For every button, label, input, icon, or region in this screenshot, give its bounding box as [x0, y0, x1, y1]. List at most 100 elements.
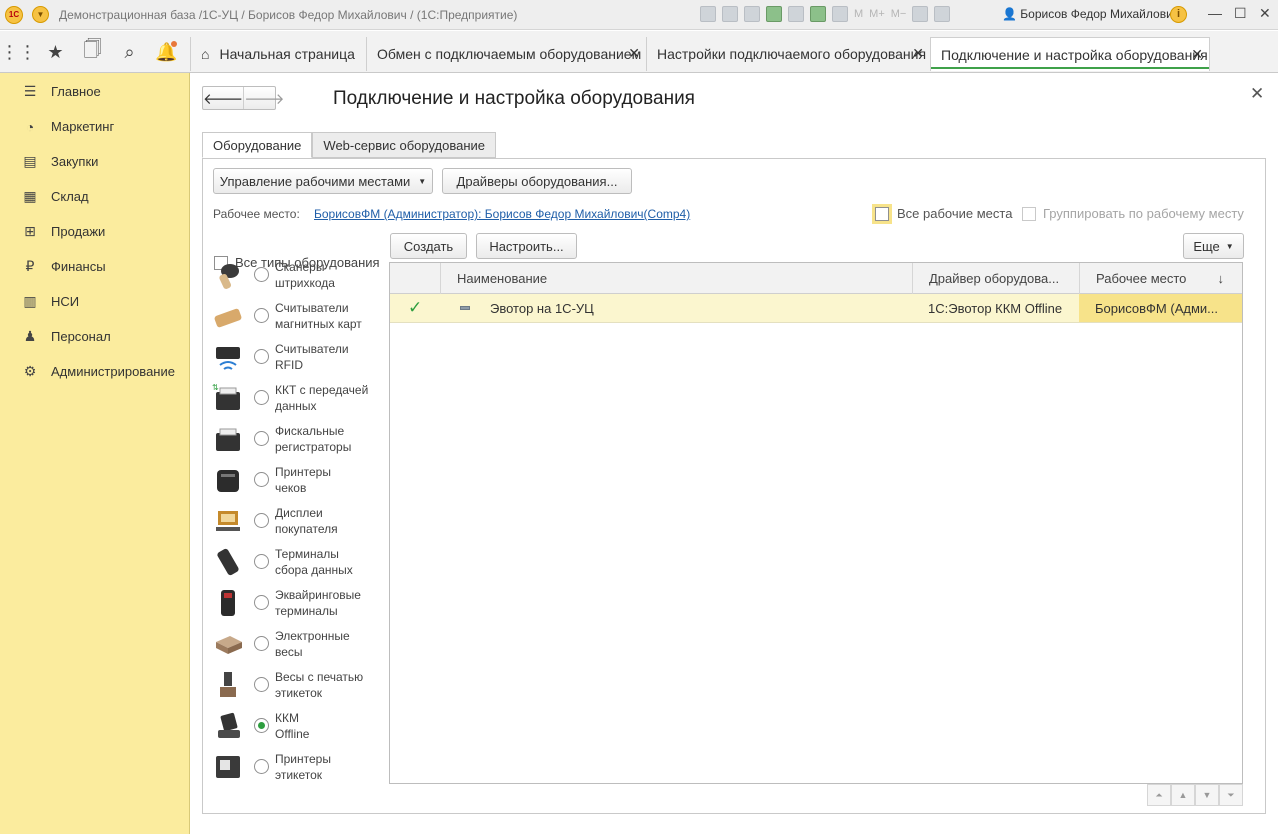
workplace-link[interactable]: БорисовФМ (Администратор): Борисов Федор…: [314, 207, 690, 221]
radio-button[interactable]: [254, 267, 269, 282]
radio-button[interactable]: [254, 390, 269, 405]
search-icon[interactable]: ⌕: [111, 31, 148, 73]
window-close-icon[interactable]: ✕: [1259, 5, 1271, 22]
sidebar-item-sales[interactable]: ⊞ Продажи: [0, 214, 189, 249]
group-by-workplace-checkbox[interactable]: Группировать по рабочему месту: [1022, 206, 1244, 221]
sidebar-item-marketing[interactable]: ◔ Маркетинг: [0, 109, 189, 144]
radio-button[interactable]: [254, 513, 269, 528]
column-header-name[interactable]: Наименование: [440, 263, 912, 294]
tab-equipment-settings[interactable]: Настройки подключаемого оборудования ✕: [646, 37, 930, 71]
equipment-type-customer-display[interactable]: Дисплеи покупателя: [212, 500, 392, 541]
radio-button[interactable]: [254, 349, 269, 364]
info-button[interactable]: i: [1170, 6, 1187, 23]
equipment-type-pos-terminal[interactable]: Эквайринговые терминалы: [212, 582, 392, 623]
all-workplaces-checkbox[interactable]: Все рабочие места: [875, 206, 1012, 221]
drivers-button[interactable]: Драйверы оборудования...: [442, 168, 632, 194]
radio-button[interactable]: [254, 472, 269, 487]
zoom-icon[interactable]: [912, 6, 929, 22]
checkbox[interactable]: [1022, 206, 1036, 221]
driver-cell[interactable]: 1С:Эвотор ККМ Offline: [912, 294, 1079, 322]
scroll-bottom-icon[interactable]: ⏷: [1219, 784, 1243, 806]
current-user[interactable]: 👤 Борисов Федор Михайлович: [1002, 7, 1179, 21]
print-icon[interactable]: [722, 6, 738, 22]
close-tab-icon[interactable]: ✕: [1191, 46, 1203, 63]
equipment-type-barcode[interactable]: Сканеры штрихкода: [212, 254, 392, 295]
button-label: Еще: [1193, 238, 1220, 254]
create-button[interactable]: Создать: [390, 233, 467, 259]
sidebar-item-nsi[interactable]: ▥ НСИ: [0, 284, 189, 319]
equipment-type-scales[interactable]: Электронные весы: [212, 623, 392, 664]
sidebar-item-label: Главное: [51, 84, 101, 99]
column-header-driver[interactable]: Драйвер оборудова...: [912, 263, 1079, 294]
preview-icon[interactable]: [744, 6, 760, 22]
equipment-type-label: Принтеры этикеток: [275, 751, 331, 782]
memory-plus-button[interactable]: M+: [869, 8, 885, 20]
sidebar-item-purchases[interactable]: ▤ Закупки: [0, 144, 189, 179]
panel-icon[interactable]: [934, 6, 951, 22]
maximize-icon[interactable]: ☐: [1234, 5, 1247, 22]
equipment-type-fiscal[interactable]: Фискальные регистраторы: [212, 418, 392, 459]
star-icon[interactable]: ★: [37, 31, 74, 73]
sidebar-item-personnel[interactable]: ♟ Персонал: [0, 319, 189, 354]
radio-button[interactable]: [254, 431, 269, 446]
forward-arrow-icon[interactable]: 🡒: [243, 87, 284, 109]
radio-button[interactable]: [254, 554, 269, 569]
warehouse-icon: ▦: [23, 188, 37, 204]
sidebar-item-finance[interactable]: ₽ Финансы: [0, 249, 189, 284]
radio-button[interactable]: [254, 308, 269, 323]
attach-icon[interactable]: [788, 6, 804, 22]
sidebar-item-main[interactable]: ☰ Главное: [0, 74, 189, 109]
equipment-type-label-scales[interactable]: Весы с печатью этикеток: [212, 664, 392, 705]
equipment-type-card-reader[interactable]: Считыватели магнитных карт: [212, 295, 392, 336]
column-header-workplace[interactable]: Рабочее место ↓: [1079, 263, 1242, 294]
radio-button[interactable]: [254, 636, 269, 651]
equipment-type-rfid[interactable]: Считыватели RFID: [212, 336, 392, 377]
radio-button[interactable]: [254, 677, 269, 692]
scroll-top-icon[interactable]: ⏶: [1147, 784, 1171, 806]
equipment-type-data-terminal[interactable]: Терминалы сбора данных: [212, 541, 392, 582]
back-arrow-icon[interactable]: 🡐: [203, 87, 243, 109]
save-icon[interactable]: [700, 6, 716, 22]
bell-icon[interactable]: 🔔: [148, 31, 185, 73]
memory-minus-button[interactable]: M−: [891, 8, 907, 20]
customer-display-icon: [212, 505, 244, 537]
history-icon[interactable]: 🗍: [74, 31, 111, 73]
scroll-up-icon[interactable]: ▲: [1171, 784, 1195, 806]
equipment-table[interactable]: Наименование Драйвер оборудова... Рабоче…: [389, 262, 1243, 784]
radio-button[interactable]: [254, 718, 269, 733]
close-tab-icon[interactable]: ✕: [912, 45, 924, 62]
minimize-icon[interactable]: —: [1208, 5, 1222, 21]
tab-home[interactable]: ⌂ Начальная страница: [190, 37, 366, 71]
link-icon[interactable]: [766, 6, 782, 22]
name-cell[interactable]: Эвотор на 1С-УЦ: [440, 294, 912, 322]
check-icon: ✓: [408, 298, 423, 317]
configure-button[interactable]: Настроить...: [476, 233, 577, 259]
tab-web-service[interactable]: Web-сервис оборудование: [312, 132, 497, 158]
equipment-type-kkm-offline[interactable]: ККМ Offline: [212, 705, 392, 746]
tab-connection-setup[interactable]: Подключение и настройка оборудования ✕: [930, 37, 1210, 71]
equipment-type-receipt-printer[interactable]: Принтеры чеков: [212, 459, 392, 500]
tab-label: Обмен с подключаемым оборудованием: [377, 46, 642, 62]
checkbox[interactable]: [875, 206, 889, 221]
memory-button[interactable]: M: [854, 8, 863, 20]
radio-button[interactable]: [254, 595, 269, 610]
tab-equipment[interactable]: Оборудование: [202, 132, 313, 158]
purchases-icon: ▤: [23, 153, 37, 169]
equipment-type-label-printer[interactable]: Принтеры этикеток: [212, 746, 392, 787]
calendar-icon[interactable]: [832, 6, 848, 22]
close-icon[interactable]: ✕: [1250, 84, 1264, 104]
scroll-down-icon[interactable]: ▼: [1195, 784, 1219, 806]
sidebar-item-warehouse[interactable]: ▦ Склад: [0, 179, 189, 214]
tab-exchange[interactable]: Обмен с подключаемым оборудованием ✕: [366, 37, 646, 71]
sidebar-item-admin[interactable]: ⚙ Администрирование: [0, 354, 189, 389]
radio-button[interactable]: [254, 759, 269, 774]
workplace-cell[interactable]: БорисовФМ (Адми...: [1079, 294, 1242, 322]
close-tab-icon[interactable]: ✕: [628, 45, 640, 62]
main-menu-button[interactable]: ▼: [32, 6, 49, 23]
table-row[interactable]: ✓ Эвотор на 1С-УЦ 1С:Эвотор ККМ Offline …: [390, 294, 1242, 323]
equipment-type-kkt[interactable]: ⇅ ККТ с передачей данных: [212, 377, 392, 418]
more-button[interactable]: Еще ▼: [1183, 233, 1244, 259]
calculator-icon[interactable]: [810, 6, 826, 22]
manage-workplaces-button[interactable]: Управление рабочими местами ▼: [213, 168, 433, 194]
apps-grid-icon[interactable]: ⋮⋮: [0, 31, 37, 73]
